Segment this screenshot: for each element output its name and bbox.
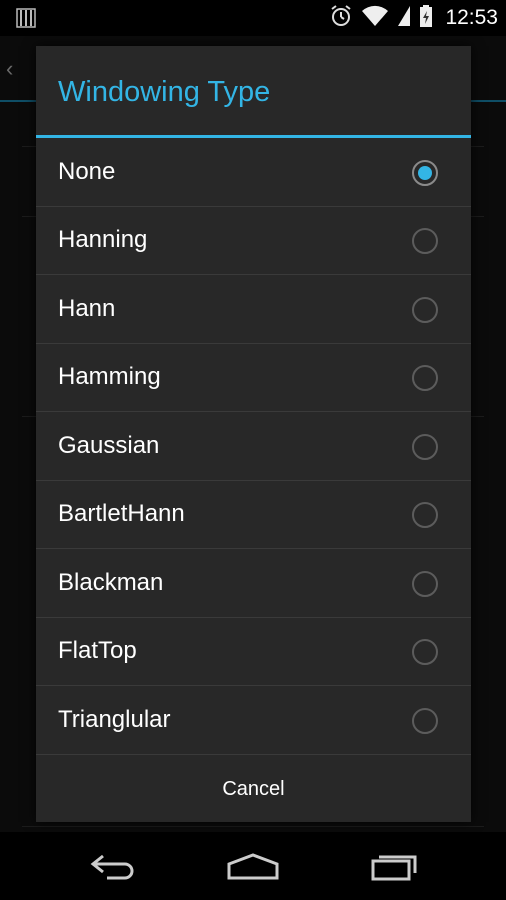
option-label: FlatTop (58, 637, 137, 665)
windowing-type-dialog: Windowing Type None Hanning Hann Hamming… (36, 46, 471, 822)
option-label: Hann (58, 294, 116, 322)
navigation-bar (0, 832, 506, 900)
dialog-title: Windowing Type (58, 76, 271, 108)
radio-unchecked-icon[interactable] (412, 228, 438, 255)
option-label: Hanning (58, 226, 148, 254)
battery-icon (419, 4, 433, 33)
signal-icon (397, 5, 411, 32)
option-label: None (58, 157, 116, 185)
option-bartlethann[interactable]: BartletHann (36, 481, 471, 549)
radio-unchecked-icon[interactable] (412, 707, 438, 734)
radio-checked-icon[interactable] (412, 159, 438, 186)
radio-unchecked-icon[interactable] (412, 570, 438, 597)
radio-unchecked-icon[interactable] (412, 296, 438, 323)
divider (22, 826, 484, 827)
option-none[interactable]: None (36, 138, 471, 207)
notification-icon (16, 8, 36, 33)
option-flattop[interactable]: FlatTop (36, 618, 471, 686)
radio-unchecked-icon[interactable] (412, 639, 438, 666)
option-label: BartletHann (58, 500, 185, 528)
option-hanning[interactable]: Hanning (36, 207, 471, 275)
option-hann[interactable]: Hann (36, 275, 471, 344)
status-bar: 12:53 (0, 0, 506, 36)
dialog-footer: Cancel (36, 754, 471, 823)
option-trianglular[interactable]: Trianglular (36, 686, 471, 754)
radio-unchecked-icon[interactable] (412, 433, 438, 460)
wifi-icon (361, 5, 389, 32)
cancel-button[interactable]: Cancel (36, 755, 471, 823)
radio-unchecked-icon[interactable] (412, 365, 438, 392)
up-caret-icon: ‹ (6, 56, 14, 81)
clock: 12:53 (445, 6, 498, 29)
option-hamming[interactable]: Hamming (36, 344, 471, 412)
radio-unchecked-icon[interactable] (412, 502, 438, 529)
option-label: Trianglular (58, 705, 171, 733)
alarm-icon (329, 4, 353, 33)
option-label: Blackman (58, 568, 164, 596)
recent-apps-icon[interactable] (360, 846, 430, 886)
option-label: Hamming (58, 363, 161, 391)
option-blackman[interactable]: Blackman (36, 549, 471, 618)
option-list: None Hanning Hann Hamming Gaussian Bartl… (36, 138, 471, 754)
option-label: Gaussian (58, 431, 160, 459)
home-icon[interactable] (218, 846, 288, 886)
back-icon[interactable] (78, 846, 148, 886)
option-gaussian[interactable]: Gaussian (36, 412, 471, 481)
